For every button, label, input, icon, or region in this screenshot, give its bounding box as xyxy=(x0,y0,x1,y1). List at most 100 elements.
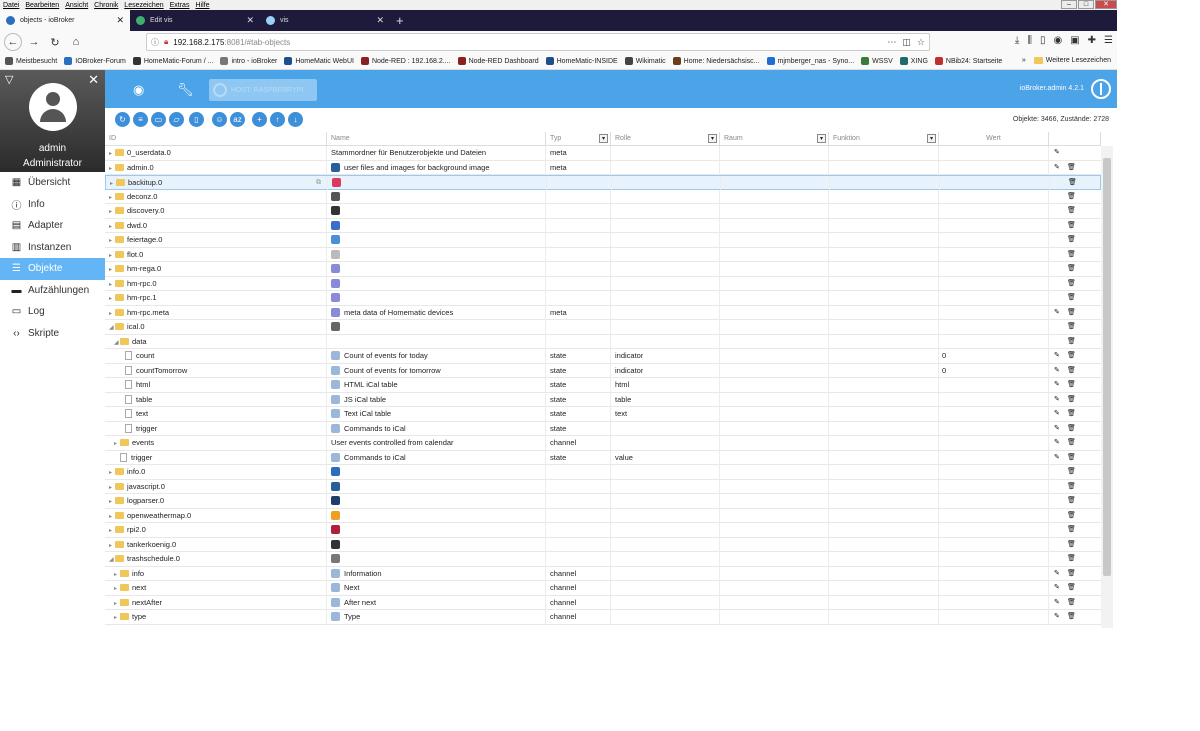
menu-datei[interactable]: Datei xyxy=(3,2,19,9)
sort-az-icon[interactable]: az xyxy=(230,112,245,127)
edit-pencil-icon[interactable]: ✎ xyxy=(1054,364,1060,378)
scrollbar-thumb[interactable] xyxy=(1103,158,1111,576)
reload-button[interactable]: ↻ xyxy=(46,33,64,51)
col-value[interactable]: Wert xyxy=(939,132,1049,146)
menu-item-log[interactable]: ▭ Log xyxy=(0,301,105,323)
new-tab-icon[interactable]: + xyxy=(396,10,404,31)
table-row[interactable]: ▸ deconz.0 🗑︎ xyxy=(105,189,1101,204)
delete-trash-icon[interactable]: 🗑︎ xyxy=(1067,320,1076,334)
table-row[interactable]: ▸ openweathermap.0 🗑︎ xyxy=(105,508,1101,523)
row-value[interactable]: 0 xyxy=(942,349,946,363)
back-button[interactable]: ← xyxy=(4,33,22,51)
bookmark-item[interactable]: Wikimatic xyxy=(624,57,666,65)
delete-trash-icon[interactable]: 🗑︎ xyxy=(1067,596,1076,610)
table-row[interactable]: ▸ hm-rpc.1 🗑︎ xyxy=(105,291,1101,306)
host-button[interactable]: HOST: RASPBERRYPI xyxy=(209,79,317,101)
table-row[interactable]: ▸ backitup.0 ⧉ 🗑︎ xyxy=(105,175,1101,190)
edit-pencil-icon[interactable]: ✎ xyxy=(1054,161,1060,175)
table-row[interactable]: ▸ nextAfter After next channel ✎ 🗑︎ xyxy=(105,595,1101,610)
menu-item-skripte[interactable]: ‹› Skripte xyxy=(0,323,105,345)
col-room[interactable]: Raum ▾ xyxy=(720,132,829,146)
edit-pencil-icon[interactable]: ✎ xyxy=(1054,422,1060,436)
delete-trash-icon[interactable]: 🗑︎ xyxy=(1067,204,1076,218)
dropdown-icon[interactable]: ▾ xyxy=(708,134,717,143)
delete-trash-icon[interactable]: 🗑︎ xyxy=(1067,494,1076,508)
eye-icon[interactable]: ◉ xyxy=(133,82,144,98)
edit-pencil-icon[interactable]: ✎ xyxy=(1054,393,1060,407)
delete-trash-icon[interactable]: 🗑︎ xyxy=(1067,567,1076,581)
extensions-icon[interactable]: ✚ xyxy=(1088,35,1096,46)
bookmark-item[interactable]: XING xyxy=(899,57,928,65)
dropdown-icon[interactable]: ▾ xyxy=(599,134,608,143)
bookmark-item[interactable]: NBib24: Startseite xyxy=(934,57,1002,65)
close-icon[interactable]: ✕ xyxy=(88,72,99,88)
menu-item-adapter[interactable]: ▤ Adapter xyxy=(0,215,105,237)
delete-trash-icon[interactable]: 🗑︎ xyxy=(1067,523,1076,537)
table-row[interactable]: ▸ feiertage.0 🗑︎ xyxy=(105,233,1101,248)
delete-trash-icon[interactable]: 🗑︎ xyxy=(1067,581,1076,595)
row-value[interactable]: 0 xyxy=(942,364,946,378)
table-row[interactable]: ▸ javascript.0 🗑︎ xyxy=(105,479,1101,494)
bookmark-item[interactable]: Node-RED : 192.168.2.... xyxy=(360,57,451,65)
copy-icon[interactable]: ⧉ xyxy=(316,176,321,190)
delete-trash-icon[interactable]: 🗑︎ xyxy=(1067,161,1076,175)
edit-pencil-icon[interactable]: ✎ xyxy=(1054,146,1060,160)
hamburger-menu-icon[interactable]: ☰ xyxy=(1104,35,1113,46)
delete-trash-icon[interactable]: 🗑︎ xyxy=(1067,277,1076,291)
page-actions-icon[interactable]: ⋯ xyxy=(887,37,896,48)
close-window-button[interactable]: ✕ xyxy=(1095,0,1117,9)
delete-trash-icon[interactable]: 🗑︎ xyxy=(1067,509,1076,523)
bookmark-item[interactable]: intro - ioBroker xyxy=(220,57,277,65)
menu-item-info[interactable]: ⓘ Info xyxy=(0,194,105,216)
col-name[interactable]: Name xyxy=(327,132,546,146)
menu-chronik[interactable]: Chronik xyxy=(94,2,118,9)
delete-trash-icon[interactable]: 🗑︎ xyxy=(1067,407,1076,421)
col-type[interactable]: Typ ▾ xyxy=(546,132,611,146)
wrench-icon[interactable]: 🔧︎ xyxy=(177,82,194,98)
delete-trash-icon[interactable]: 🗑︎ xyxy=(1067,393,1076,407)
more-bookmarks[interactable]: » Weitere Lesezeichen xyxy=(1022,57,1111,64)
browser-tab[interactable]: vis ✕ xyxy=(260,10,390,31)
table-row[interactable]: ▸ 0_userdata.0 Stammordner für Benutzerobj… xyxy=(105,146,1101,161)
table-row[interactable]: trigger Commands to iCal state ✎ 🗑︎ xyxy=(105,421,1101,436)
delete-trash-icon[interactable]: 🗑︎ xyxy=(1067,436,1076,450)
table-row[interactable]: ▸ hm-rega.0 🗑︎ xyxy=(105,262,1101,277)
table-row[interactable]: ◢ ical.0 🗑︎ xyxy=(105,320,1101,335)
table-row[interactable]: ▸ events User events controlled from calen… xyxy=(105,436,1101,451)
menu-extras[interactable]: Extras xyxy=(170,2,190,9)
menu-hilfe[interactable]: Hilfe xyxy=(195,2,209,9)
table-row[interactable]: ▸ next Next channel ✎ 🗑︎ xyxy=(105,581,1101,596)
col-function[interactable]: Funktion ▾ xyxy=(829,132,939,146)
delete-trash-icon[interactable]: 🗑︎ xyxy=(1067,364,1076,378)
table-row[interactable]: ▸ hm-rpc.0 🗑︎ xyxy=(105,276,1101,291)
edit-pencil-icon[interactable]: ✎ xyxy=(1054,451,1060,465)
bookmark-item[interactable]: Meistbesucht xyxy=(5,57,57,65)
delete-trash-icon[interactable]: 🗑︎ xyxy=(1067,262,1076,276)
table-row[interactable]: ▸ discovery.0 🗑︎ xyxy=(105,204,1101,219)
delete-trash-icon[interactable]: 🗑︎ xyxy=(1067,451,1076,465)
col-role[interactable]: Rolle ▾ xyxy=(611,132,720,146)
table-row[interactable]: ▸ rpi2.0 🗑︎ xyxy=(105,523,1101,538)
browser-tab[interactable]: objects - ioBroker ✕ xyxy=(0,10,130,31)
table-row[interactable]: ◢ data 🗑︎ xyxy=(105,334,1101,349)
table-row[interactable]: text Text iCal table state text ✎ 🗑︎ xyxy=(105,407,1101,422)
dropdown-icon[interactable]: ▾ xyxy=(927,134,936,143)
close-tab-icon[interactable]: ✕ xyxy=(246,16,254,25)
menu-item-objekte[interactable]: ☰ Objekte xyxy=(0,258,105,280)
edit-pencil-icon[interactable]: ✎ xyxy=(1054,581,1060,595)
refresh-icon[interactable]: ↻ xyxy=(115,112,130,127)
download-icon[interactable]: ⤓ xyxy=(1015,35,1019,46)
dropdown-icon[interactable]: ▾ xyxy=(817,134,826,143)
delete-trash-icon[interactable]: 🗑︎ xyxy=(1067,190,1076,204)
container-icon[interactable]: ▣ xyxy=(1070,35,1079,46)
table-row[interactable]: table JS iCal table state table ✎ 🗑︎ xyxy=(105,392,1101,407)
delete-trash-icon[interactable]: 🗑︎ xyxy=(1067,610,1076,624)
collapse-triangle-icon[interactable]: ▽ xyxy=(5,73,13,86)
bookmark-item[interactable]: WSSV xyxy=(861,57,893,65)
table-row[interactable]: ▸ dwd.0 🗑︎ xyxy=(105,218,1101,233)
upload-icon[interactable]: ↑ xyxy=(270,112,285,127)
delete-trash-icon[interactable]: 🗑︎ xyxy=(1067,552,1076,566)
close-tab-icon[interactable]: ✕ xyxy=(116,16,124,25)
bookmark-item[interactable]: Node-RED Dashboard xyxy=(457,57,539,65)
col-id[interactable]: ID xyxy=(105,132,327,146)
